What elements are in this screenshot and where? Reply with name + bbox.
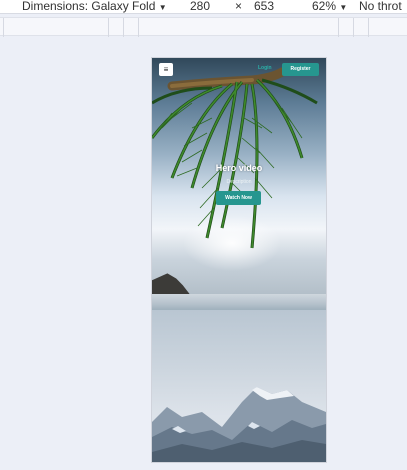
mountain-image-section <box>152 310 326 462</box>
ocean-horizon <box>152 294 326 310</box>
hero-section: ≡ Login Register Hero video Description … <box>152 58 326 310</box>
top-navbar: ≡ Login Register <box>152 58 326 80</box>
register-button[interactable]: Register <box>282 63 319 76</box>
chevron-down-icon: ▼ <box>339 3 348 12</box>
palm-tree-image <box>152 67 318 249</box>
hero-subtitle: Description <box>226 179 252 185</box>
dimensions-label: Dimensions: Galaxy Fold <box>22 0 156 13</box>
device-viewport: ≡ Login Register Hero video Description … <box>152 58 326 462</box>
mountain-range-image <box>152 387 326 462</box>
hamburger-menu-icon[interactable]: ≡ <box>159 63 173 76</box>
media-query-ruler[interactable] <box>0 17 407 37</box>
devtools-toolbar: Dimensions: Galaxy Fold ▼ 280 × 653 62% … <box>0 0 407 14</box>
throttle-dropdown[interactable]: No throt <box>359 0 402 14</box>
times-symbol: × <box>235 0 243 13</box>
watch-now-button[interactable]: Watch Now <box>216 191 261 205</box>
chevron-down-icon: ▼ <box>158 3 167 12</box>
dimensions-dropdown[interactable]: Dimensions: Galaxy Fold ▼ <box>22 0 167 16</box>
hero-title: Hero video <box>215 163 263 173</box>
zoom-dropdown[interactable]: 62% ▼ <box>312 0 347 16</box>
zoom-label: 62% <box>312 0 337 13</box>
height-input[interactable]: 653 <box>254 0 274 14</box>
width-input[interactable]: 280 <box>190 0 210 14</box>
login-link[interactable]: Login <box>258 65 272 71</box>
